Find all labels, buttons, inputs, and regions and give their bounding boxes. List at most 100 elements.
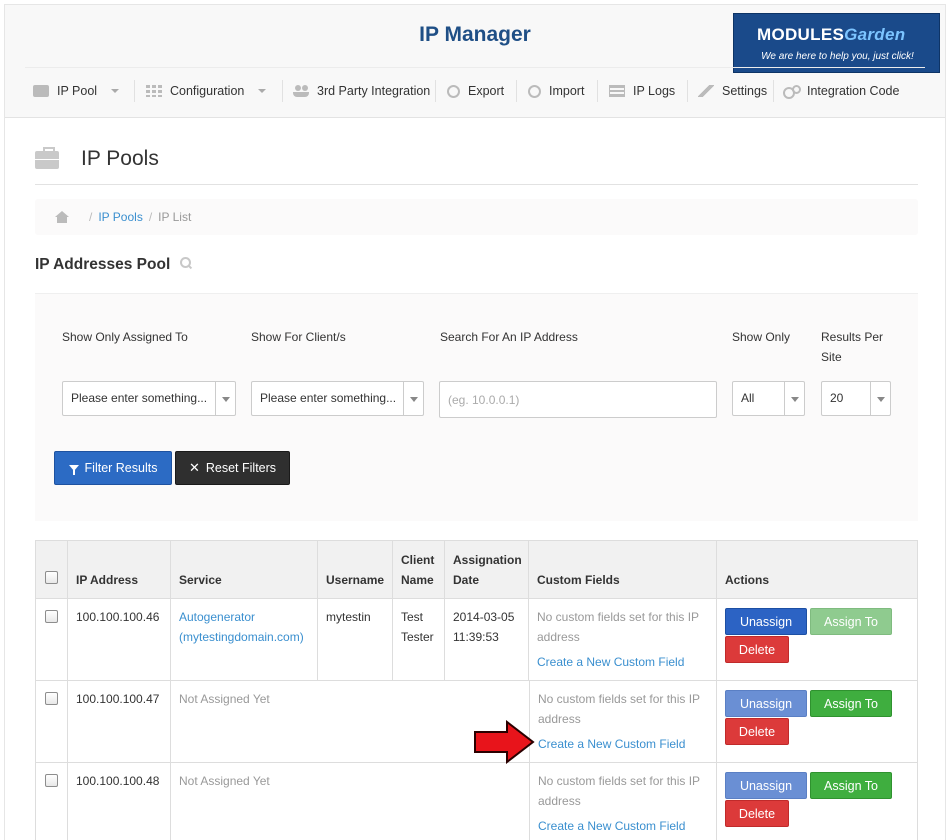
clients-select[interactable]: Please enter something... — [251, 381, 424, 416]
reset-filters-button[interactable]: ✕ Reset Filters — [175, 451, 290, 485]
breadcrumb-ip-pools[interactable]: IP Pools — [98, 210, 142, 224]
header: IP Manager MODULESGarden We are here to … — [5, 5, 945, 118]
ip-address: 100.100.100.48 — [68, 763, 171, 840]
username: mytestin — [318, 599, 393, 680]
assigned-to-select[interactable]: Please enter something... — [62, 381, 236, 416]
assign-to-button[interactable]: Assign To — [810, 690, 892, 717]
select-all-checkbox[interactable] — [45, 571, 58, 584]
custom-fields-cell: No custom fields set for this IP address … — [529, 763, 717, 840]
client-name[interactable]: Test Tester — [393, 599, 445, 680]
list-icon — [609, 85, 625, 97]
table-header: IP Address Service Username Client Name A… — [36, 541, 917, 599]
home-icon[interactable] — [55, 211, 69, 223]
chevron-down-icon — [111, 89, 120, 93]
unassign-button[interactable]: Unassign — [725, 772, 807, 799]
col-assignation-date[interactable]: Assignation Date — [445, 541, 529, 598]
nav-label: Export — [468, 84, 505, 98]
nav-integration-code[interactable]: Integration Code — [783, 68, 899, 114]
service-status: Not Assigned Yet — [179, 774, 270, 788]
filter-label-assigned-to: Show Only Assigned To — [62, 330, 188, 344]
section-title: IP Addresses Pool — [35, 256, 192, 274]
filter-icon — [68, 465, 79, 475]
nav-import[interactable]: Import — [528, 68, 584, 114]
nav-export[interactable]: Export — [447, 68, 504, 114]
row-checkbox[interactable] — [45, 692, 58, 705]
ip-table: IP Address Service Username Client Name A… — [35, 540, 918, 840]
col-actions: Actions — [725, 573, 770, 587]
filter-results-button[interactable]: Filter Results — [54, 451, 172, 485]
filter-label-results-per-site: Results Per Site — [821, 330, 884, 364]
filter-panel: Show Only Assigned To Show For Client/s … — [35, 293, 918, 521]
nav-label: IP Logs — [633, 84, 676, 98]
nav-label: IP Pool — [57, 84, 98, 98]
app-window: IP Manager MODULESGarden We are here to … — [4, 4, 946, 840]
create-custom-field-link[interactable]: Create a New Custom Field — [538, 819, 685, 833]
show-only-select[interactable]: All — [732, 381, 805, 416]
users-icon — [293, 85, 309, 97]
create-custom-field-link[interactable]: Create a New Custom Field — [537, 655, 684, 669]
assign-to-button[interactable]: Assign To — [810, 608, 892, 635]
chevron-down-icon — [870, 382, 890, 415]
brand-logo: MODULESGarden — [757, 25, 906, 44]
table-row: 100.100.100.46 Autogenerator (mytestingdo… — [36, 599, 917, 681]
actions-cell: Unassign Assign To Delete — [717, 763, 917, 840]
col-custom-fields: Custom Fields — [529, 541, 717, 598]
brand-tagline: We are here to help you, just click! — [761, 51, 914, 62]
page-title: IP Pools — [81, 147, 159, 170]
chevron-down-icon — [784, 382, 804, 415]
row-checkbox[interactable] — [45, 774, 58, 787]
main-nav: IP Pool Configuration 3rd Party Integrat… — [25, 67, 925, 113]
service-link[interactable]: Autogenerator (mytestingdomain.com) — [171, 599, 318, 680]
filter-label-show-only: Show Only — [732, 330, 791, 344]
results-per-site-select[interactable]: 20 — [821, 381, 891, 416]
nav-label: Configuration — [170, 84, 245, 98]
nav-label: Integration Code — [807, 84, 900, 98]
briefcase-icon — [33, 85, 49, 97]
custom-fields-cell: No custom fields set for this IP address … — [529, 599, 717, 680]
close-icon: ✕ — [188, 460, 200, 475]
grid-icon — [146, 85, 162, 97]
assign-to-button[interactable]: Assign To — [810, 772, 892, 799]
chevron-down-icon — [215, 382, 235, 415]
briefcase-icon — [35, 147, 59, 169]
nav-3rd-party-integration[interactable]: 3rd Party Integration — [293, 68, 430, 114]
breadcrumb-ip-list: IP List — [158, 210, 192, 224]
col-client-name[interactable]: Client Name — [393, 541, 445, 598]
import-icon — [528, 84, 541, 98]
delete-button[interactable]: Delete — [725, 718, 789, 745]
chevron-down-icon — [403, 382, 423, 415]
modulesgarden-banner[interactable]: MODULESGarden We are here to help you, j… — [733, 13, 940, 73]
row-checkbox[interactable] — [45, 610, 58, 623]
col-service[interactable]: Service — [171, 541, 318, 598]
nav-configuration[interactable]: Configuration — [146, 68, 267, 114]
search-icon[interactable] — [180, 257, 192, 269]
col-ip-address[interactable]: IP Address — [68, 541, 171, 598]
ip-search-input[interactable] — [439, 381, 717, 418]
ip-address: 100.100.100.46 — [68, 599, 171, 680]
nav-settings[interactable]: Settings — [698, 68, 767, 114]
unassign-button[interactable]: Unassign — [725, 608, 807, 635]
nav-label: 3rd Party Integration — [317, 84, 431, 98]
breadcrumb: / IP Pools / IP List — [35, 199, 918, 235]
nav-ip-logs[interactable]: IP Logs — [609, 68, 675, 114]
red-arrow-icon — [474, 720, 535, 764]
col-username[interactable]: Username — [318, 541, 393, 598]
create-custom-field-link[interactable]: Create a New Custom Field — [538, 737, 685, 751]
unassign-button[interactable]: Unassign — [725, 690, 807, 717]
actions-cell: Unassign Assign To Delete — [717, 681, 917, 762]
assignation-date: 2014-03-05 11:39:53 — [445, 599, 529, 680]
table-row: 100.100.100.48 Not Assigned Yet No custo… — [36, 763, 917, 840]
custom-fields-cell: No custom fields set for this IP address … — [529, 681, 717, 762]
export-icon — [447, 84, 460, 98]
chevron-down-icon — [258, 89, 267, 93]
filter-label-search: Search For An IP Address — [440, 330, 578, 344]
filter-label-clients: Show For Client/s — [251, 330, 346, 344]
actions-cell: Unassign Assign To Delete — [717, 599, 917, 680]
delete-button[interactable]: Delete — [725, 636, 789, 663]
ip-address: 100.100.100.47 — [68, 681, 171, 762]
gears-icon — [783, 85, 801, 99]
nav-ip-pool[interactable]: IP Pool — [33, 68, 120, 114]
nav-label: Settings — [722, 84, 768, 98]
delete-button[interactable]: Delete — [725, 800, 789, 827]
wrench-icon — [698, 85, 714, 97]
